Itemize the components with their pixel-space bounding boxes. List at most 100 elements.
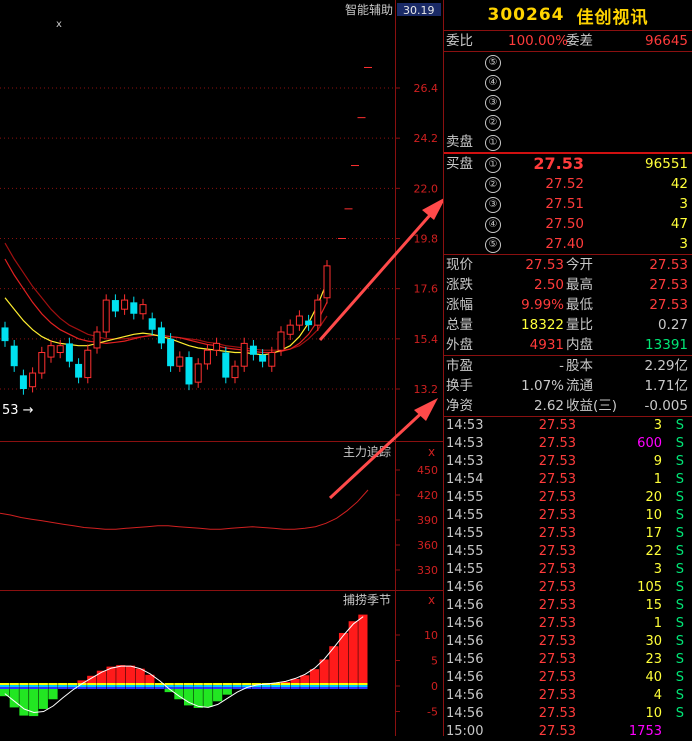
quote-panel: 300264 佳创视讯 委比 100.00% 委差 96645 卖盘 ⑤④③②①… — [443, 0, 692, 739]
candle-body-up[interactable] — [203, 349, 211, 365]
candle-body-up[interactable] — [277, 331, 285, 351]
candle-body-up[interactable] — [194, 363, 202, 383]
tick-price: 27.53 — [538, 652, 576, 667]
tick-side: S — [675, 688, 684, 703]
candle-body-down[interactable] — [148, 318, 156, 330]
candle-body-down[interactable] — [19, 375, 27, 389]
candle-body-down[interactable] — [259, 354, 267, 362]
candle-body-up[interactable] — [93, 331, 101, 349]
tick-row[interactable]: 14:55 27.53 10 S — [444, 507, 692, 525]
macd-band — [184, 683, 194, 685]
candle-body-up[interactable] — [56, 345, 64, 354]
buy-level-row[interactable]: ② 27.52 42 — [444, 174, 692, 194]
indicator2-close-icon[interactable]: x — [428, 445, 435, 459]
candle-body-up[interactable] — [38, 352, 46, 374]
weicha-value: 96645 — [645, 33, 688, 49]
macd-band — [125, 683, 136, 685]
candle-body-down[interactable] — [111, 300, 119, 312]
tick-time: 14:53 — [446, 436, 484, 451]
stat-label: 现价 — [446, 257, 473, 273]
tick-price: 27.53 — [538, 670, 576, 685]
candle-body-down[interactable] — [10, 345, 18, 367]
fund-label: 收益(三) — [566, 398, 618, 414]
candle-body-down[interactable] — [222, 352, 230, 378]
candle-body-up[interactable] — [314, 299, 322, 326]
tick-row[interactable]: 14:55 27.53 17 S — [444, 525, 692, 543]
candle-body-up[interactable] — [213, 342, 221, 351]
indicator3-title[interactable]: 捕捞季节 — [343, 592, 391, 607]
tick-row[interactable]: 14:55 27.53 22 S — [444, 543, 692, 561]
macd-band — [300, 687, 310, 689]
candle-body-up[interactable] — [240, 342, 248, 367]
macd-bar-positive — [348, 621, 358, 686]
tick-volume: 23 — [645, 652, 662, 667]
macd-band — [232, 685, 242, 687]
tick-row[interactable]: 14:56 27.53 40 S — [444, 669, 692, 687]
candle-body-down[interactable] — [65, 343, 73, 362]
candle-body-up[interactable] — [139, 304, 147, 315]
tick-row[interactable]: 14:56 27.53 15 S — [444, 597, 692, 615]
kline-chart-area[interactable]: x 智能辅助 30.19 26.4 24.2 22.0 19.8 17.6 15.4 13.… — [0, 0, 443, 736]
tick-list[interactable]: 14:53 27.53 3 S 14:53 27.53 600 S 14:53 27.53 9 S 14… — [444, 417, 692, 741]
fund-value: -0.005 — [644, 398, 688, 414]
candle-body-down[interactable] — [167, 338, 175, 367]
indicator3-close-icon[interactable]: x — [428, 593, 435, 607]
buy-level-row[interactable]: ① 27.53 96551 — [444, 154, 692, 174]
stock-code: 300264 — [487, 5, 565, 25]
candle-body-up[interactable] — [29, 372, 37, 388]
tick-side: S — [675, 580, 684, 595]
top-close-icon[interactable]: x — [56, 19, 62, 30]
tick-row[interactable]: 14:56 27.53 23 S — [444, 651, 692, 669]
candle-body-down[interactable] — [249, 345, 257, 355]
candle-body-down[interactable] — [130, 302, 138, 314]
candle-body-down[interactable] — [157, 327, 165, 344]
tick-row[interactable]: 14:53 27.53 3 S — [444, 417, 692, 435]
tick-time: 14:56 — [446, 670, 484, 685]
tick-row[interactable]: 14:56 27.53 10 S — [444, 705, 692, 723]
tick-price: 27.53 — [538, 616, 576, 631]
candle-body-up[interactable] — [102, 299, 110, 333]
candle-body-up[interactable] — [121, 299, 129, 310]
tick-row[interactable]: 14:54 27.53 1 S — [444, 471, 692, 489]
mf-axis-label: 360 — [417, 539, 438, 552]
stat-value: 27.53 — [649, 277, 688, 293]
candle-body-up[interactable] — [84, 349, 92, 379]
tick-row[interactable]: 14:56 27.53 1 S — [444, 615, 692, 633]
tick-row[interactable]: 14:55 27.53 20 S — [444, 489, 692, 507]
tick-row[interactable]: 14:56 27.53 4 S — [444, 687, 692, 705]
candle-body-up[interactable] — [176, 356, 184, 367]
tick-side: S — [675, 454, 684, 469]
macd-band — [48, 683, 58, 685]
tick-volume: 15 — [645, 598, 662, 613]
macd-band — [232, 683, 242, 685]
candle-body-up[interactable] — [268, 352, 276, 367]
tick-row[interactable]: 14:53 27.53 9 S — [444, 453, 692, 471]
macd-band — [280, 683, 291, 685]
candle-body-down[interactable] — [75, 363, 83, 378]
macd-band — [309, 687, 320, 689]
tick-time: 14:56 — [446, 580, 484, 595]
candle-body-up[interactable] — [231, 365, 239, 379]
buy-level-row[interactable]: ④ 27.50 47 — [444, 214, 692, 234]
macd-band — [338, 685, 349, 687]
candle-body-down[interactable] — [1, 327, 9, 342]
indicator1-title[interactable]: 智能辅助 — [345, 2, 393, 17]
price-axis-label: 13.2 — [414, 383, 439, 396]
candle-body-up[interactable] — [286, 324, 294, 335]
candle-body-down[interactable] — [305, 320, 313, 326]
candle-body-down[interactable] — [185, 357, 193, 385]
tick-row[interactable]: 15:00 27.53 1753 — [444, 723, 692, 741]
macd-band — [174, 683, 184, 685]
tick-row[interactable]: 14:55 27.53 3 S — [444, 561, 692, 579]
buy-level-row[interactable]: ③ 27.51 3 — [444, 194, 692, 214]
buy-level-row[interactable]: ⑤ 27.40 3 — [444, 234, 692, 254]
macd-band — [174, 687, 184, 689]
tick-row[interactable]: 14:56 27.53 30 S — [444, 633, 692, 651]
tick-row[interactable]: 14:56 27.53 105 S — [444, 579, 692, 597]
candle-body-up[interactable] — [47, 345, 55, 358]
candle-body-up[interactable] — [323, 265, 331, 299]
macd-band — [58, 685, 68, 687]
tick-row[interactable]: 14:53 27.53 600 S — [444, 435, 692, 453]
candle-body-up[interactable] — [295, 315, 303, 326]
macd-band — [338, 687, 349, 689]
